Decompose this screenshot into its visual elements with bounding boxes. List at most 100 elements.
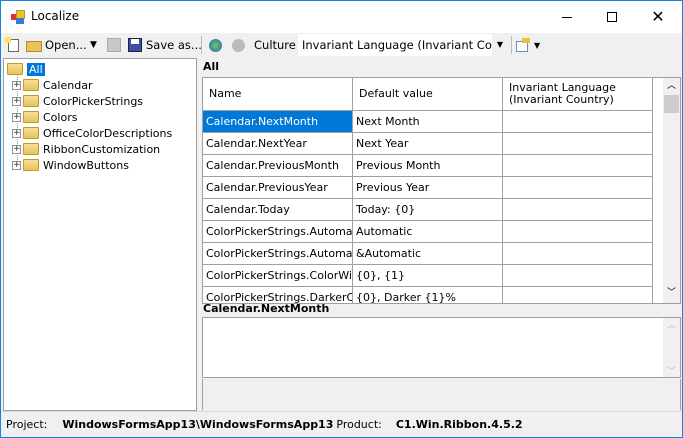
save-as-button[interactable]: Save as...: [127, 34, 202, 56]
grid-cell-default[interactable]: Previous Year: [353, 177, 503, 199]
grid-cell-name[interactable]: Calendar.Today: [203, 199, 353, 221]
project-label: Project:: [6, 418, 48, 431]
column-header-default[interactable]: Default value: [353, 78, 503, 111]
expand-icon[interactable]: +: [12, 160, 21, 170]
properties-icon: [515, 37, 531, 53]
grid-cell-invariant[interactable]: [503, 287, 653, 303]
grid-cell-invariant[interactable]: [503, 177, 653, 199]
grid-cell-default[interactable]: Previous Month: [353, 155, 503, 177]
grid-cell-invariant[interactable]: [503, 221, 653, 243]
tree-item-label: Calendar: [43, 78, 93, 92]
save-as-label: Save as...: [146, 38, 202, 52]
expand-icon[interactable]: +: [12, 96, 21, 106]
title-bar: Localize ✕: [1, 1, 682, 33]
textbox-scrollbar[interactable]: ︿ ﹀: [663, 318, 680, 377]
localize-window: Localize ✕ Open... ▼ Save as... Culture …: [0, 0, 683, 438]
grid-cell-invariant[interactable]: [503, 133, 653, 155]
tree-item-colorpickerstrings[interactable]: + ColorPickerStrings: [12, 93, 143, 109]
folder-icon: [23, 111, 39, 123]
new-file-icon: [5, 37, 21, 53]
options-button[interactable]: ▼: [515, 34, 540, 56]
globe-remove-icon: [230, 37, 246, 53]
grid-cell-default[interactable]: {0}, Darker {1}%: [353, 287, 503, 303]
expand-icon[interactable]: +: [12, 144, 21, 154]
expand-icon[interactable]: +: [12, 128, 21, 138]
add-culture-button[interactable]: [207, 34, 223, 56]
tree-item-label: ColorPickerStrings: [43, 94, 144, 108]
section-label: All: [203, 60, 220, 73]
tree-item-label: RibbonCustomization: [43, 142, 161, 156]
new-button[interactable]: [5, 34, 21, 56]
translation-textbox[interactable]: ︿ ﹀: [202, 317, 681, 378]
scroll-down-icon: ﹀: [666, 367, 676, 377]
grid-cell-name[interactable]: ColorPickerStrings.Automa...: [203, 243, 353, 265]
resource-tree[interactable]: All + Calendar + ColorPickerStrings + Color…: [3, 58, 197, 411]
folder-icon: [23, 159, 39, 171]
status-bar: Project: WindowsFormsApp13\WindowsFormsA…: [1, 411, 682, 437]
grid-cell-default[interactable]: Automatic: [353, 221, 503, 243]
maximize-button[interactable]: [590, 1, 635, 33]
grid-cell-invariant[interactable]: [503, 111, 653, 133]
culture-label: Culture: [254, 38, 296, 52]
close-button[interactable]: ✕: [635, 1, 681, 33]
minimize-button[interactable]: [545, 1, 590, 33]
grid-cell-name[interactable]: Calendar.PreviousMonth: [203, 155, 353, 177]
project-value: WindowsFormsApp13\WindowsFormsApp13: [62, 418, 334, 431]
tree-item-colors[interactable]: + Colors: [12, 109, 77, 125]
open-button[interactable]: Open...: [26, 34, 87, 56]
tree-item-label: OfficeColorDescriptions: [43, 126, 173, 140]
grid-cell-name[interactable]: Calendar.NextYear: [203, 133, 353, 155]
grid-cell-invariant[interactable]: [503, 155, 653, 177]
remove-culture-button[interactable]: [230, 34, 246, 56]
grid-cell-default[interactable]: Next Year: [353, 133, 503, 155]
open-label: Open...: [45, 38, 87, 52]
grid-cell-default[interactable]: &Automatic: [353, 243, 503, 265]
splitter[interactable]: [198, 58, 201, 411]
folder-icon: [23, 143, 39, 155]
detail-panel: [202, 379, 681, 410]
folder-icon: [23, 127, 39, 139]
folder-icon: [23, 79, 39, 91]
expand-icon[interactable]: +: [12, 80, 21, 90]
scroll-up-icon: ︿: [666, 321, 676, 331]
tree-item-label: WindowButtons: [43, 158, 129, 172]
tree-root-all[interactable]: All: [7, 61, 45, 77]
scrollbar-thumb[interactable]: [664, 95, 679, 113]
grid-cell-name[interactable]: ColorPickerStrings.ColorWi...: [203, 265, 353, 287]
grid-cell-invariant[interactable]: [503, 243, 653, 265]
product-label: Product:: [336, 418, 382, 431]
tree-item-windowbuttons[interactable]: + WindowButtons: [12, 157, 129, 173]
column-header-invariant[interactable]: Invariant Language (Invariant Country): [503, 78, 653, 111]
tree-item-officecolordescriptions[interactable]: + OfficeColorDescriptions: [12, 125, 172, 141]
toolbar-separator: [201, 36, 202, 54]
open-folder-icon: [26, 37, 42, 53]
grid-cell-name[interactable]: ColorPickerStrings.Automatic: [203, 221, 353, 243]
tree-item-label: Colors: [43, 110, 78, 124]
grid-cell-invariant[interactable]: [503, 199, 653, 221]
chevron-down-icon: ▼: [492, 34, 508, 56]
grid-cell-name[interactable]: Calendar.PreviousYear: [203, 177, 353, 199]
culture-select[interactable]: Invariant Language (Invariant Coun ▼: [298, 34, 508, 56]
expand-icon[interactable]: +: [12, 112, 21, 122]
product-value: C1.Win.Ribbon.4.5.2: [395, 418, 523, 431]
tree-item-calendar[interactable]: + Calendar: [12, 77, 92, 93]
save-button[interactable]: [106, 34, 122, 56]
column-header-name[interactable]: Name: [203, 78, 353, 111]
chevron-down-icon: ▼: [534, 40, 541, 50]
grid-cell-default[interactable]: Today: {0}: [353, 199, 503, 221]
culture-value: Invariant Language (Invariant Coun: [302, 38, 507, 52]
tree-item-ribboncustomization[interactable]: + RibbonCustomization: [12, 141, 160, 157]
grid-cell-default[interactable]: {0}, {1}: [353, 265, 503, 287]
tree-root-label: All: [27, 62, 45, 76]
grid-cell-invariant[interactable]: [503, 265, 653, 287]
grid-cell-default[interactable]: Next Month: [353, 111, 503, 133]
grid-cell-name[interactable]: Calendar.NextMonth: [203, 111, 353, 133]
toolbar-separator: [511, 36, 512, 54]
open-dropdown[interactable]: ▼: [90, 34, 97, 56]
scroll-up-icon[interactable]: ︿: [663, 78, 680, 95]
grid-vertical-scrollbar[interactable]: ︿ ﹀: [663, 78, 680, 303]
globe-icon: [207, 37, 223, 53]
save-as-icon: [127, 37, 143, 53]
scroll-down-icon[interactable]: ﹀: [663, 285, 680, 302]
resource-grid[interactable]: Name Default value Invariant Language (I…: [202, 77, 681, 304]
